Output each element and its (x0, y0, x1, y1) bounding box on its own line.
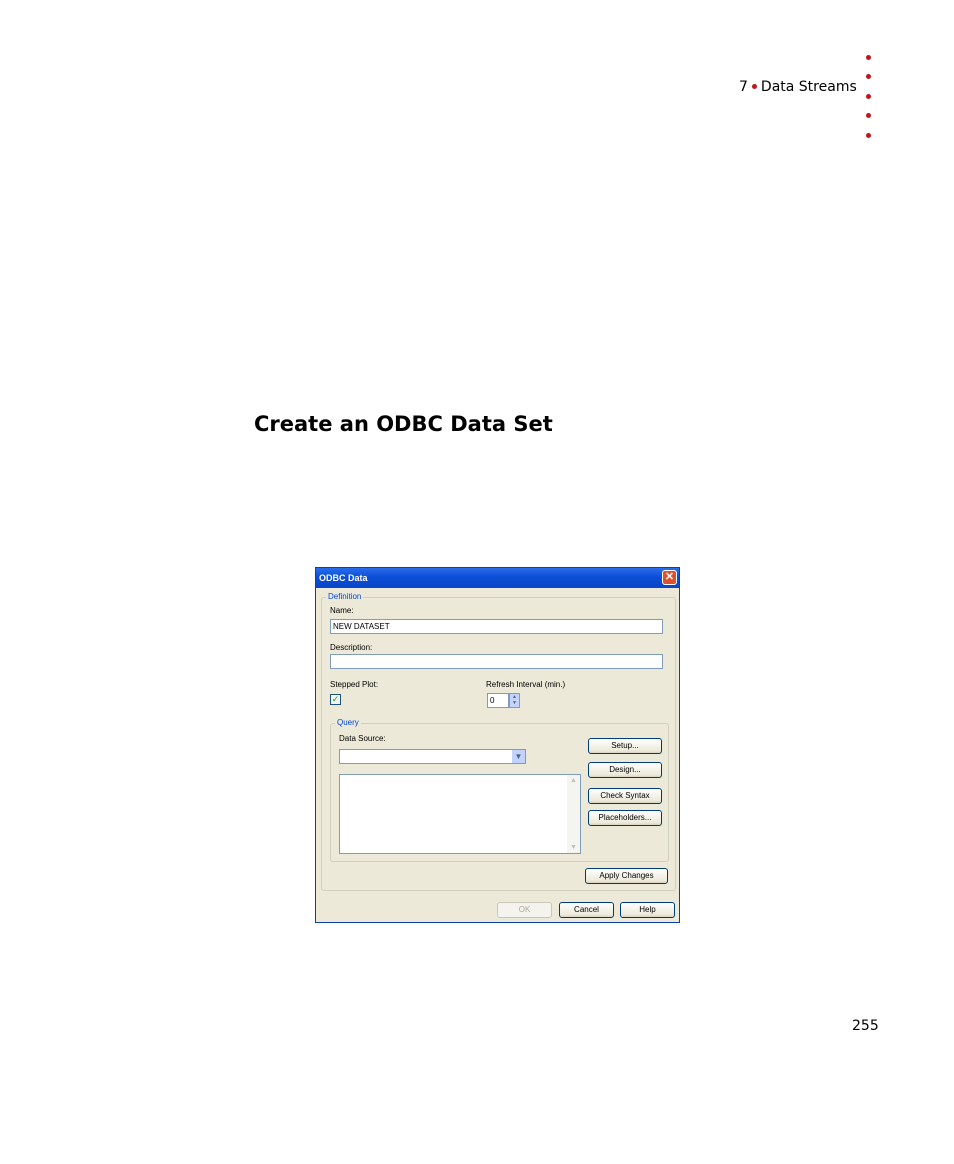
ok-button[interactable]: OK (497, 902, 552, 918)
decorative-dot (866, 94, 871, 99)
decorative-dot (866, 74, 871, 79)
chapter-title: Data Streams (760, 79, 857, 95)
check-syntax-button[interactable]: Check Syntax (588, 788, 662, 804)
decorative-dot (866, 113, 871, 118)
stepped-plot-checkbox[interactable]: ✓ (330, 694, 341, 705)
data-source-select[interactable]: ▼ (339, 749, 526, 764)
chevron-down-icon[interactable]: ▼ (512, 750, 525, 763)
scroll-up-icon[interactable]: ▲ (567, 777, 580, 784)
dialog-title-bar[interactable]: ODBC Data ✕ (316, 568, 679, 588)
definition-legend: Definition (326, 592, 364, 601)
dialog-title: ODBC Data (319, 573, 368, 583)
section-heading: Create an ODBC Data Set (254, 412, 553, 436)
page-number: 255 (852, 1018, 879, 1034)
close-icon[interactable]: ✕ (662, 570, 677, 585)
decorative-dot (866, 133, 871, 138)
query-legend: Query (335, 718, 361, 727)
apply-changes-button[interactable]: Apply Changes (585, 868, 668, 884)
setup-button[interactable]: Setup... (588, 738, 662, 754)
running-header: 7 Data Streams (739, 79, 857, 95)
name-input[interactable]: NEW DATASET (330, 619, 663, 634)
design-button[interactable]: Design... (588, 762, 662, 778)
spinner-arrows-icon[interactable]: ▲ ▼ (509, 693, 520, 708)
cancel-button[interactable]: Cancel (559, 902, 614, 918)
refresh-interval-label: Refresh Interval (min.) (486, 680, 566, 689)
placeholders-button[interactable]: Placeholders... (588, 810, 662, 826)
query-scrollbar[interactable]: ▲ ▼ (567, 775, 580, 853)
odbc-data-dialog: ODBC Data ✕ Definition Name: NEW DATASET… (315, 567, 680, 923)
help-button[interactable]: Help (620, 902, 675, 918)
description-label: Description: (330, 643, 373, 652)
description-input[interactable] (330, 654, 663, 669)
data-source-label: Data Source: (339, 734, 386, 743)
scroll-down-icon[interactable]: ▼ (567, 844, 580, 851)
refresh-interval-input[interactable]: 0 (487, 693, 509, 708)
name-label: Name: (330, 606, 354, 615)
bullet-icon (751, 83, 757, 89)
query-text-area[interactable]: ▲ ▼ (339, 774, 581, 854)
stepped-plot-label: Stepped Plot: (330, 680, 379, 689)
chapter-number: 7 (739, 79, 748, 95)
decorative-dot (866, 55, 871, 60)
